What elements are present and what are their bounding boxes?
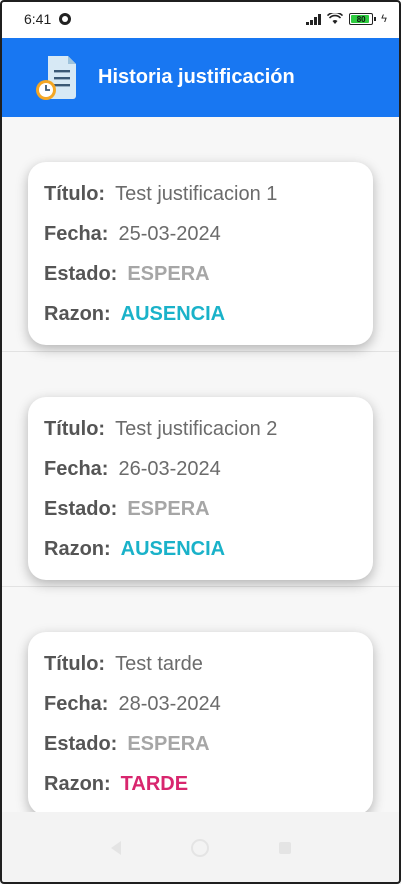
status-row: Estado: ESPERA [44,732,210,756]
title-label: Título: [44,183,106,205]
battery-level: 80 [356,14,366,24]
reason-label: Razon: [44,538,111,560]
title-label: Título: [44,653,106,675]
list-item: Título: Test justificacion 1 Fecha: 25-03-… [0,117,401,352]
charging-icon: ϟ [381,13,387,25]
status-row: Estado: ESPERA [44,497,210,521]
back-icon[interactable] [110,841,121,855]
title-value: Test justificacion 2 [115,418,278,440]
date-label: Fecha: [44,458,109,480]
date-row: Fecha: 28-03-2024 [44,692,221,716]
date-value: 25-03-2024 [118,223,221,245]
page-title: Historia justificación [98,66,295,88]
reason-value: TARDE [120,773,189,795]
status-label: Estado: [44,263,118,285]
title-row: Título: Test justificacion 1 [44,182,277,206]
justification-card[interactable]: Título: Test justificacion 1 Fecha: 25-03-… [28,162,373,345]
app-bar: Historia justificación [0,38,401,117]
battery-icon: 80 [349,13,377,25]
status-value: ESPERA [127,498,210,520]
status-label: Estado: [44,733,118,755]
status-time: 6:41 [24,11,52,27]
reason-label: Razon: [44,773,111,795]
status-row: Estado: ESPERA [44,262,210,286]
reason-row: Razon: AUSENCIA [44,537,225,561]
justification-card[interactable]: Título: Test tarde Fecha: 28-03-2024 Estad… [28,632,373,812]
title-row: Título: Test tarde [44,652,203,676]
system-nav-bar [0,812,401,884]
recent-apps-icon[interactable] [278,842,291,854]
reason-value: AUSENCIA [120,303,226,325]
title-label: Título: [44,418,106,440]
status-icons: 80 ϟ [306,13,387,25]
reason-row: Razon: AUSENCIA [44,302,225,326]
list-item: Título: Test justificacion 2 Fecha: 26-03-… [0,352,401,587]
wifi-icon [327,13,344,24]
list-item: Título: Test tarde Fecha: 28-03-2024 Estad… [0,587,401,812]
date-label: Fecha: [44,223,109,245]
date-value: 28-03-2024 [118,693,221,715]
justification-card[interactable]: Título: Test justificacion 2 Fecha: 26-03-… [28,397,373,580]
status-value: ESPERA [127,263,210,285]
signal-icon [306,13,322,25]
title-value: Test justificacion 1 [115,183,278,205]
reason-value: AUSENCIA [120,538,226,560]
title-value: Test tarde [115,653,203,675]
date-row: Fecha: 25-03-2024 [44,222,221,246]
status-label: Estado: [44,498,118,520]
title-row: Título: Test justificacion 2 [44,417,277,441]
reason-label: Razon: [44,303,111,325]
date-value: 26-03-2024 [118,458,221,480]
status-bar: 6:41 80 ϟ [0,0,401,38]
reason-row: Razon: TARDE [44,772,188,796]
notification-badge-icon [59,13,72,25]
home-icon[interactable] [190,839,209,857]
justification-list[interactable]: Título: Test justificacion 1 Fecha: 25-03-… [0,117,401,812]
status-value: ESPERA [127,733,210,755]
document-clock-icon [36,55,76,100]
date-label: Fecha: [44,693,109,715]
date-row: Fecha: 26-03-2024 [44,457,221,481]
